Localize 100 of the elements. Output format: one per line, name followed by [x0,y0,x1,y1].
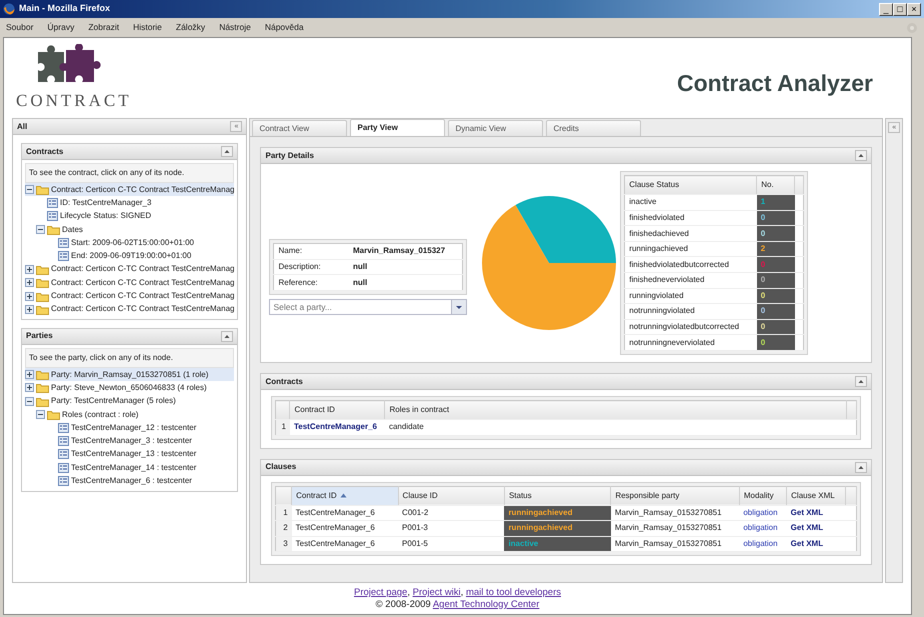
menu-item[interactable]: Soubor [6,21,34,34]
tree-row[interactable]: TestCentreManager_14 : testcenter [25,461,234,474]
tree-row[interactable]: TestCentreManager_3 : testcenter [25,434,234,448]
table-cell: runningachieved [624,241,757,257]
count-cell: 0 [756,272,795,288]
count-cell: 0 [756,304,795,320]
tree-row[interactable]: Dates [25,222,234,236]
tree-row[interactable]: Contract: Certicon C-TC Contract TestCentreManag [25,262,234,276]
tree-row[interactable]: Contract: Certicon C-TC Contract TestCentreManag [25,183,234,196]
tab[interactable]: Dynamic View [448,120,544,136]
table-cell: notrunningneverviolated [624,334,757,350]
status-cell: runningachieved [504,505,611,521]
row-number: 1 [276,505,292,521]
count-cell: 0 [756,210,795,226]
count-cell: 1 [756,194,795,210]
section-title: Parties [26,330,53,342]
menu-item[interactable]: Úpravy [47,21,74,34]
xml-link[interactable]: Get XML [786,520,846,536]
tree-row[interactable]: Contract: Certicon C-TC Contract TestCentreManag [25,289,234,303]
menu-item[interactable]: Zobrazit [88,21,120,34]
browser-logo-icon [3,3,15,15]
tree-row[interactable]: Lifecycle Status: SIGNED [25,210,234,223]
tree-row[interactable]: Contract: Certicon C-TC Contract TestCentreManag [25,302,234,316]
tree-row[interactable]: Party: Marvin_Ramsay_0153270851 (1 role) [25,368,234,382]
table-cell: finishedviolated [624,210,757,226]
modality-link[interactable]: obligation [739,536,787,552]
folder-icon [36,290,49,302]
menu-item[interactable]: Historie [133,21,162,34]
tree-row[interactable]: End: 2009-06-09T19:00:00+01:00 [25,249,234,263]
separator-text: , [460,587,464,598]
row-number: 1 [276,420,290,436]
table-cell: Marvin_Ramsay_0153270851 [610,520,740,536]
tab[interactable]: Credits [546,120,642,136]
table-cell: inactive [624,194,757,210]
hint-text: To see the contract, click on any of its node. [25,163,234,183]
footer-link[interactable]: mail to tool developers [466,587,561,598]
menu-item[interactable]: Nástroje [219,21,251,34]
copyright-text: © 2008-2009 [376,599,431,610]
window-control-button[interactable]: × [907,2,921,16]
dropdown-icon[interactable] [451,298,468,315]
party-select-field[interactable]: Select a party... [269,298,452,315]
folder-icon [47,224,60,236]
xml-link[interactable]: Get XML [786,536,846,552]
window-control-button[interactable]: □ [893,2,907,16]
field-label: Reference: [274,274,349,290]
menu-item[interactable]: Záložky [176,21,206,34]
collapse-icon[interactable] [855,150,868,161]
folder-icon [36,396,49,407]
hint-text: To see the party, click on any of its node. [25,348,234,368]
column-header[interactable]: Responsible party [610,486,740,506]
column-header[interactable]: Roles in contract [384,400,847,420]
collapse-icon[interactable] [855,376,868,387]
panel-title: All [17,120,28,132]
panel-title: Party Details [265,150,314,162]
contract-link[interactable]: TestCentreManager_6 [290,420,385,436]
field-value: Marvin_Ramsay_015327 [348,244,463,260]
tree-row[interactable]: Start: 2009-06-02T15:00:00+01:00 [25,236,234,250]
column-header[interactable]: Clause Status [624,176,757,195]
xml-link[interactable]: Get XML [786,505,846,521]
folder-icon [36,264,49,275]
tree-row[interactable]: TestCentreManager_12 : testcenter [25,421,234,434]
tree-row[interactable]: TestCentreManager_6 : testcenter [25,474,234,488]
collapse-icon[interactable] [855,462,868,473]
tree-row[interactable]: Contract: Certicon C-TC Contract TestCentreManag [25,276,234,290]
tree-row[interactable]: TestCentreManager_13 : testcenter [25,448,234,462]
field-label: Description: [274,259,349,275]
footer-link[interactable]: Project page [354,587,408,598]
row-number: 2 [276,520,292,536]
footer-link[interactable]: Agent Technology Center [432,599,540,610]
tree-row[interactable]: Roles (contract : role) [25,408,234,422]
column-header[interactable]: No. [756,176,795,195]
window-control-button[interactable]: _ [879,2,893,16]
modality-link[interactable]: obligation [739,505,787,521]
tab[interactable]: Contract View [252,120,348,136]
document-icon [47,198,58,208]
table-cell: candidate [384,420,847,436]
footer-link[interactable]: Project wiki [412,587,461,598]
tree-row[interactable]: Party: Steve_Newton_6506046833 (4 roles) [25,381,234,395]
collapse-icon[interactable] [221,146,234,157]
count-cell: 0 [756,288,795,304]
menu-item[interactable]: Nápověda [264,21,304,34]
tree-row[interactable]: ID: TestCentreManager_3 [25,196,234,210]
app-title: Contract Analyzer [677,69,873,98]
separator-text: , [407,587,410,598]
table-cell: TestCentreManager_6 [292,505,398,521]
table-cell: Marvin_Ramsay_0153270851 [610,536,740,552]
column-header[interactable]: Contract ID [292,486,398,506]
folder-icon [36,304,49,315]
tree-row[interactable]: Party: TestCentreManager (5 roles) [25,394,234,408]
column-header[interactable]: Contract ID [290,400,385,420]
column-header[interactable]: Clause ID [398,486,504,506]
column-header[interactable]: Clause XML [786,486,846,506]
count-cell: 0 [756,226,795,242]
folder-icon [36,277,49,288]
column-header[interactable]: Status [504,486,611,506]
column-header[interactable]: Modality [739,486,787,506]
collapse-icon[interactable] [221,330,234,342]
modality-link[interactable]: obligation [739,520,787,536]
tab[interactable]: Party View [350,119,446,136]
table-cell: finishedviolatedbutcorrected [624,256,757,272]
